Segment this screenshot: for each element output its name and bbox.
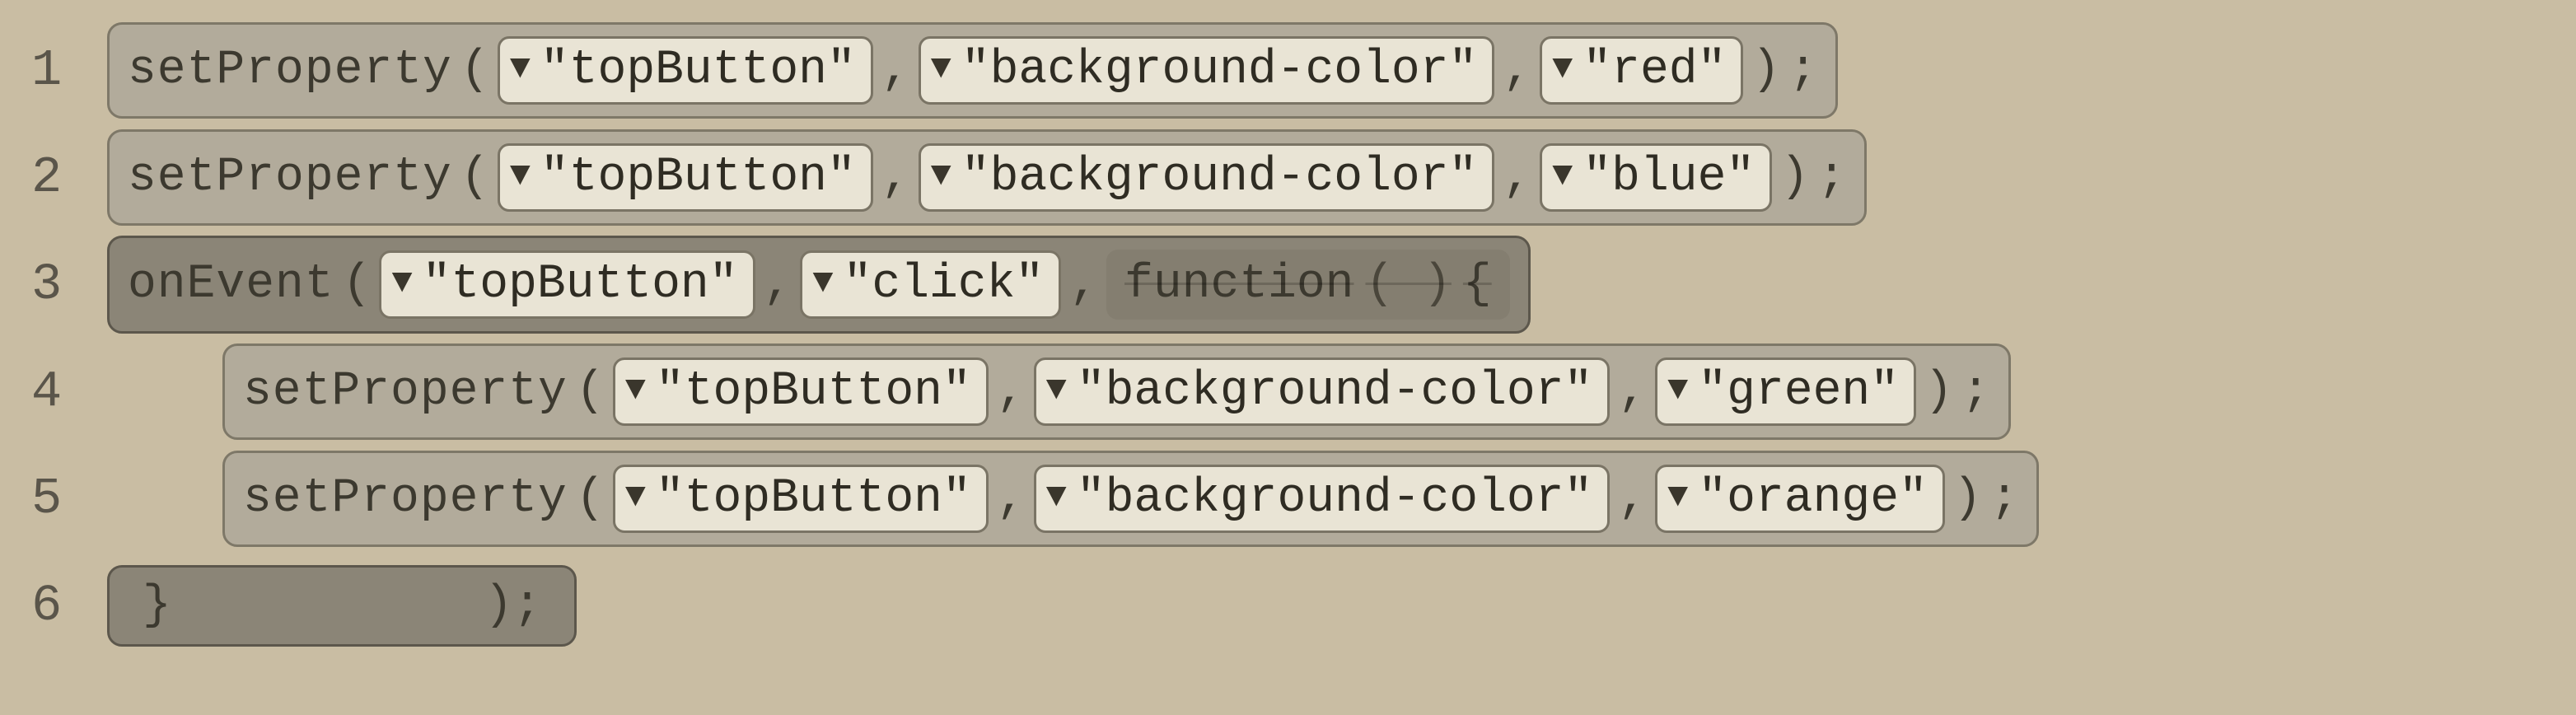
- line-number: 3: [8, 255, 107, 314]
- open-paren: (: [343, 258, 372, 311]
- open-brace: {: [1463, 258, 1492, 311]
- pill-value: "orange": [1698, 472, 1927, 526]
- onevent-close-block[interactable]: } );: [107, 565, 577, 647]
- function-name: setProperty: [128, 151, 452, 204]
- close-brace: }: [143, 579, 171, 633]
- setproperty-block[interactable]: setProperty ( ▼ "topButton" , ▼ "backgro…: [107, 129, 1867, 226]
- dropdown-icon: ▼: [1046, 479, 1067, 514]
- dropdown-pill-value[interactable]: ▼ "blue": [1540, 143, 1772, 212]
- dropdown-icon: ▼: [625, 479, 646, 514]
- close-paren: ): [1751, 44, 1780, 97]
- dropdown-pill-prop[interactable]: ▼ "background-color": [919, 143, 1495, 212]
- function-keyword: function: [1124, 258, 1353, 311]
- dropdown-pill-value[interactable]: ▼ "orange": [1655, 465, 1945, 533]
- line-number: 4: [8, 362, 107, 421]
- comma: ,: [997, 472, 1026, 526]
- dropdown-pill-id[interactable]: ▼ "topButton": [379, 250, 755, 319]
- dropdown-icon: ▼: [1552, 51, 1573, 86]
- dropdown-pill-id[interactable]: ▼ "topButton": [613, 465, 989, 533]
- pill-value: "green": [1698, 365, 1899, 418]
- open-paren: (: [461, 44, 489, 97]
- function-name: setProperty: [243, 365, 568, 418]
- comma: ,: [1503, 44, 1531, 97]
- pill-value: "topButton": [656, 472, 971, 526]
- dropdown-pill-id[interactable]: ▼ "topButton": [613, 358, 989, 426]
- comma: ,: [1069, 258, 1098, 311]
- dropdown-pill-prop[interactable]: ▼ "background-color": [919, 36, 1495, 105]
- pill-value: "background-color": [1077, 365, 1593, 418]
- open-paren: (: [576, 365, 605, 418]
- close-paren: ): [1953, 472, 1982, 526]
- pill-value: "topButton": [656, 365, 971, 418]
- pill-value: "topButton": [540, 44, 856, 97]
- dropdown-pill-prop[interactable]: ▼ "background-color": [1034, 465, 1611, 533]
- semicolon: ;: [1961, 365, 1990, 418]
- comma: ,: [1618, 365, 1647, 418]
- open-paren: (: [461, 151, 489, 204]
- comma: ,: [764, 258, 792, 311]
- comma: ,: [1618, 472, 1647, 526]
- code-line: 4 setProperty ( ▼ "topButton" , ▼ "backg…: [0, 338, 2576, 445]
- close-paren-semi: );: [484, 579, 542, 633]
- line-number: 5: [8, 470, 107, 528]
- function-name: onEvent: [128, 258, 334, 311]
- pill-value: "topButton": [423, 258, 738, 311]
- dropdown-pill-id[interactable]: ▼ "topButton": [498, 36, 873, 105]
- dropdown-pill-value[interactable]: ▼ "red": [1540, 36, 1743, 105]
- dropdown-icon: ▼: [510, 51, 531, 86]
- code-line: 3 onEvent ( ▼ "topButton" , ▼ "click" , …: [0, 231, 2576, 338]
- line-number: 6: [8, 577, 107, 635]
- comma: ,: [997, 365, 1026, 418]
- dropdown-icon: ▼: [391, 265, 412, 300]
- dropdown-pill-prop[interactable]: ▼ "background-color": [1034, 358, 1611, 426]
- empty-parens: ( ): [1365, 258, 1451, 311]
- dropdown-icon: ▼: [510, 158, 531, 193]
- pill-value: "red": [1583, 44, 1726, 97]
- close-paren: ): [1924, 365, 1953, 418]
- pill-value: "click": [844, 258, 1045, 311]
- dropdown-icon: ▼: [1667, 479, 1688, 514]
- pill-value: "background-color": [961, 151, 1478, 204]
- setproperty-block[interactable]: setProperty ( ▼ "topButton" , ▼ "backgro…: [107, 22, 1838, 119]
- comma: ,: [1503, 151, 1531, 204]
- open-paren: (: [576, 472, 605, 526]
- function-header: function ( ) {: [1106, 250, 1510, 320]
- pill-value: "background-color": [1077, 472, 1593, 526]
- comma: ,: [881, 44, 910, 97]
- onevent-block[interactable]: onEvent ( ▼ "topButton" , ▼ "click" , fu…: [107, 236, 1531, 334]
- dropdown-pill-value[interactable]: ▼ "green": [1655, 358, 1916, 426]
- close-paren: ): [1780, 151, 1809, 204]
- dropdown-icon: ▼: [1046, 372, 1067, 407]
- semicolon: ;: [1990, 472, 2019, 526]
- code-line: 1 setProperty ( ▼ "topButton" , ▼ "backg…: [0, 16, 2576, 124]
- dropdown-pill-event[interactable]: ▼ "click": [800, 250, 1061, 319]
- dropdown-pill-id[interactable]: ▼ "topButton": [498, 143, 873, 212]
- line-number: 1: [8, 41, 107, 100]
- semicolon: ;: [1788, 44, 1817, 97]
- code-line: 5 setProperty ( ▼ "topButton" , ▼ "backg…: [0, 445, 2576, 552]
- code-line: 6 } );: [0, 552, 2576, 659]
- setproperty-block[interactable]: setProperty ( ▼ "topButton" , ▼ "backgro…: [222, 343, 2011, 440]
- dropdown-icon: ▼: [1667, 372, 1688, 407]
- code-line: 2 setProperty ( ▼ "topButton" , ▼ "backg…: [0, 124, 2576, 231]
- comma: ,: [881, 151, 910, 204]
- pill-value: "background-color": [961, 44, 1478, 97]
- function-name: setProperty: [243, 472, 568, 526]
- dropdown-icon: ▼: [812, 265, 833, 300]
- line-number: 2: [8, 148, 107, 207]
- code-editor: 1 setProperty ( ▼ "topButton" , ▼ "backg…: [0, 0, 2576, 659]
- setproperty-block[interactable]: setProperty ( ▼ "topButton" , ▼ "backgro…: [222, 451, 2039, 547]
- dropdown-icon: ▼: [931, 158, 951, 193]
- function-name: setProperty: [128, 44, 452, 97]
- dropdown-icon: ▼: [1552, 158, 1573, 193]
- pill-value: "blue": [1583, 151, 1755, 204]
- semicolon: ;: [1817, 151, 1846, 204]
- dropdown-icon: ▼: [625, 372, 646, 407]
- dropdown-icon: ▼: [931, 51, 951, 86]
- pill-value: "topButton": [540, 151, 856, 204]
